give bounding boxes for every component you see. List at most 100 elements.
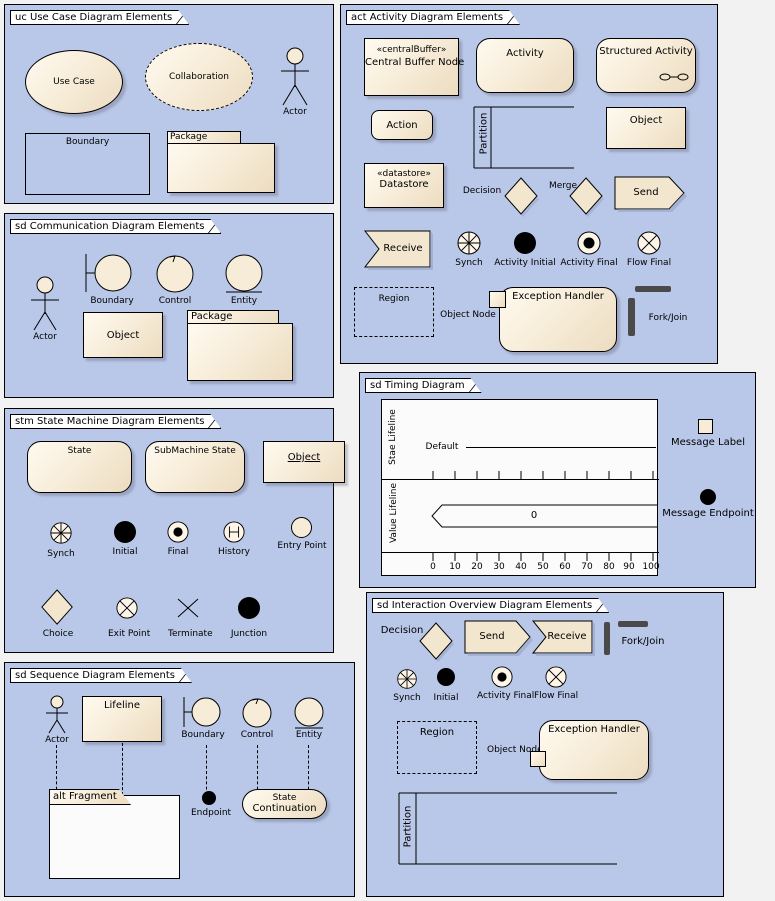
panel-interaction-overview[interactable]: sd Interaction Overview Diagram Elements… bbox=[366, 592, 724, 897]
send-signal-node[interactable]: Send bbox=[614, 176, 687, 214]
decision-diamond[interactable] bbox=[504, 177, 539, 217]
comm-package-shape[interactable]: Package bbox=[187, 310, 299, 388]
iod-activity-final-node[interactable]: Activity Final bbox=[477, 666, 535, 702]
stm-exit-point-label: Exit Point bbox=[108, 629, 151, 639]
fork-bar-horizontal[interactable] bbox=[635, 286, 671, 292]
seq-endpoint-dot bbox=[202, 791, 216, 805]
iod-receive-node[interactable]: Receive bbox=[531, 620, 598, 658]
comm-boundary[interactable]: Boundary bbox=[83, 252, 137, 310]
panel-communication[interactable]: sd Communication Diagram Elements Actor … bbox=[4, 213, 334, 398]
structured-activity-node[interactable]: Structured Activity bbox=[596, 38, 696, 93]
iod-fork-bar-vertical[interactable] bbox=[604, 622, 610, 655]
actor-figure[interactable]: Actor bbox=[277, 47, 313, 119]
iod-activity-final-label: Activity Final bbox=[477, 691, 535, 701]
package-shape[interactable]: Package bbox=[167, 131, 279, 197]
seq-fragment[interactable]: alt Fragment bbox=[49, 789, 184, 879]
partition-node[interactable]: Partition bbox=[473, 106, 574, 169]
panel-state-machine[interactable]: stm State Machine Diagram Elements State… bbox=[4, 408, 345, 653]
receive-signal-node[interactable]: Receive bbox=[363, 230, 436, 270]
iod-send-node[interactable]: Send bbox=[464, 620, 533, 658]
stm-junction-dot bbox=[238, 597, 260, 619]
stm-synch-node[interactable]: Synch bbox=[41, 521, 81, 559]
datastore-node[interactable]: «datastore» Datastore bbox=[364, 163, 444, 208]
timing-tick-60: 60 bbox=[559, 562, 571, 572]
stm-history-label: History bbox=[217, 547, 251, 557]
seq-control[interactable]: Control bbox=[239, 695, 275, 743]
panel-sequence[interactable]: sd Sequence Diagram Elements Actor Lifel… bbox=[4, 662, 355, 897]
object-node-pin[interactable] bbox=[489, 291, 506, 308]
region-label: Region bbox=[378, 294, 410, 304]
fork-bar-vertical[interactable] bbox=[628, 298, 635, 336]
comm-actor-figure[interactable]: Actor bbox=[27, 276, 63, 346]
structured-activity-label: Structured Activity bbox=[599, 46, 693, 57]
use-case-ellipse[interactable]: Use Case bbox=[25, 50, 123, 114]
seq-actor-figure[interactable]: Actor bbox=[41, 695, 73, 745]
iod-receive-label: Receive bbox=[547, 631, 587, 642]
panel-activity[interactable]: act Activity Diagram Elements «centralBu… bbox=[340, 4, 718, 364]
iod-object-node-pin[interactable] bbox=[530, 751, 546, 767]
stm-history-node[interactable]: History bbox=[216, 521, 252, 557]
seq-lifeline-box[interactable]: Lifeline bbox=[82, 696, 162, 742]
stm-exit-point-node[interactable]: Exit Point bbox=[108, 597, 151, 639]
collaboration-ellipse[interactable]: Collaboration bbox=[145, 43, 253, 111]
message-endpoint-legend[interactable]: Message Endpoint bbox=[660, 489, 756, 523]
iod-fork-join-label: Fork/Join bbox=[621, 636, 665, 647]
state-object-label: Object bbox=[287, 452, 321, 463]
activity-final-label: Activity Final bbox=[560, 258, 618, 268]
synch-node[interactable]: Synch bbox=[451, 230, 487, 268]
send-label: Send bbox=[633, 187, 659, 198]
stm-initial-node[interactable]: Initial bbox=[107, 521, 143, 557]
action-label: Action bbox=[386, 119, 418, 131]
timing-chart[interactable]: Stae Lifeline Default Value Lifeline 0 0… bbox=[381, 399, 660, 576]
message-label-legend[interactable]: Message Label bbox=[670, 419, 746, 453]
stm-terminate-node[interactable]: Terminate bbox=[168, 597, 213, 639]
activity-object-node[interactable]: Object bbox=[606, 107, 686, 149]
action-node[interactable]: Action bbox=[371, 110, 433, 140]
timing-state-ticks bbox=[432, 471, 654, 479]
iod-partition-node[interactable]: Partition bbox=[398, 792, 617, 865]
iod-flow-final-node[interactable]: Flow Final bbox=[534, 666, 578, 702]
message-endpoint-text: Message Endpoint bbox=[662, 508, 754, 519]
boundary-box[interactable]: Boundary bbox=[25, 133, 150, 195]
comm-boundary-label: Boundary bbox=[90, 296, 134, 306]
seq-endpoint-label: Endpoint bbox=[191, 808, 232, 818]
iod-decision-diamond[interactable] bbox=[419, 622, 454, 662]
panel-title-sequence: sd Sequence Diagram Elements bbox=[10, 668, 192, 683]
activity-final-node[interactable]: Activity Final bbox=[560, 230, 618, 268]
merge-diamond[interactable] bbox=[569, 177, 604, 217]
iod-fork-bar-horizontal[interactable] bbox=[618, 621, 648, 627]
region-box[interactable]: Region bbox=[354, 287, 434, 337]
iod-region-label: Region bbox=[419, 727, 455, 738]
comm-object-box[interactable]: Object bbox=[83, 312, 163, 358]
iod-region-box[interactable]: Region bbox=[397, 721, 477, 774]
state-node[interactable]: State bbox=[27, 441, 132, 493]
seq-boundary[interactable]: Boundary bbox=[181, 695, 225, 743]
iod-exception-handler-node[interactable]: Exception Handler bbox=[539, 720, 649, 780]
state-object-box[interactable]: Object bbox=[263, 441, 345, 483]
stm-choice-node[interactable]: Choice bbox=[37, 589, 79, 639]
flow-final-node[interactable]: Flow Final bbox=[627, 230, 671, 268]
comm-control[interactable]: Control bbox=[153, 252, 197, 310]
stm-final-node[interactable]: Final bbox=[160, 521, 196, 557]
activity-initial-node[interactable]: Activity Initial bbox=[494, 230, 556, 268]
iod-initial-node[interactable]: Initial bbox=[429, 668, 463, 704]
stm-junction-node[interactable]: Junction bbox=[230, 597, 268, 639]
iod-synch-node[interactable]: Synch bbox=[389, 668, 425, 704]
panel-use-case[interactable]: uc Use Case Diagram Elements Use Case Co… bbox=[4, 4, 334, 204]
package-label: Package bbox=[170, 132, 208, 142]
comm-entity-label: Entity bbox=[230, 296, 258, 306]
timing-value-band bbox=[431, 504, 658, 528]
state-label: State bbox=[67, 446, 92, 456]
seq-endpoint-node[interactable]: Endpoint bbox=[191, 791, 232, 823]
stm-entry-point-node[interactable]: Entry Point bbox=[277, 517, 327, 557]
submachine-state-node[interactable]: SubMachine State bbox=[145, 441, 245, 493]
panel-title-communication: sd Communication Diagram Elements bbox=[10, 219, 221, 234]
panel-timing[interactable]: sd Timing Diagram Stae Lifeline Default … bbox=[359, 372, 756, 588]
activity-node[interactable]: Activity bbox=[476, 38, 574, 93]
seq-entity[interactable]: Entity bbox=[290, 695, 328, 743]
state-continuation-node[interactable]: State Continuation bbox=[242, 789, 327, 819]
exception-handler-node[interactable]: Exception Handler bbox=[499, 287, 617, 352]
iod-initial-dot bbox=[437, 668, 455, 686]
central-buffer-node[interactable]: «centralBuffer» Central Buffer Node bbox=[364, 38, 464, 96]
comm-entity[interactable]: Entity bbox=[221, 252, 267, 310]
